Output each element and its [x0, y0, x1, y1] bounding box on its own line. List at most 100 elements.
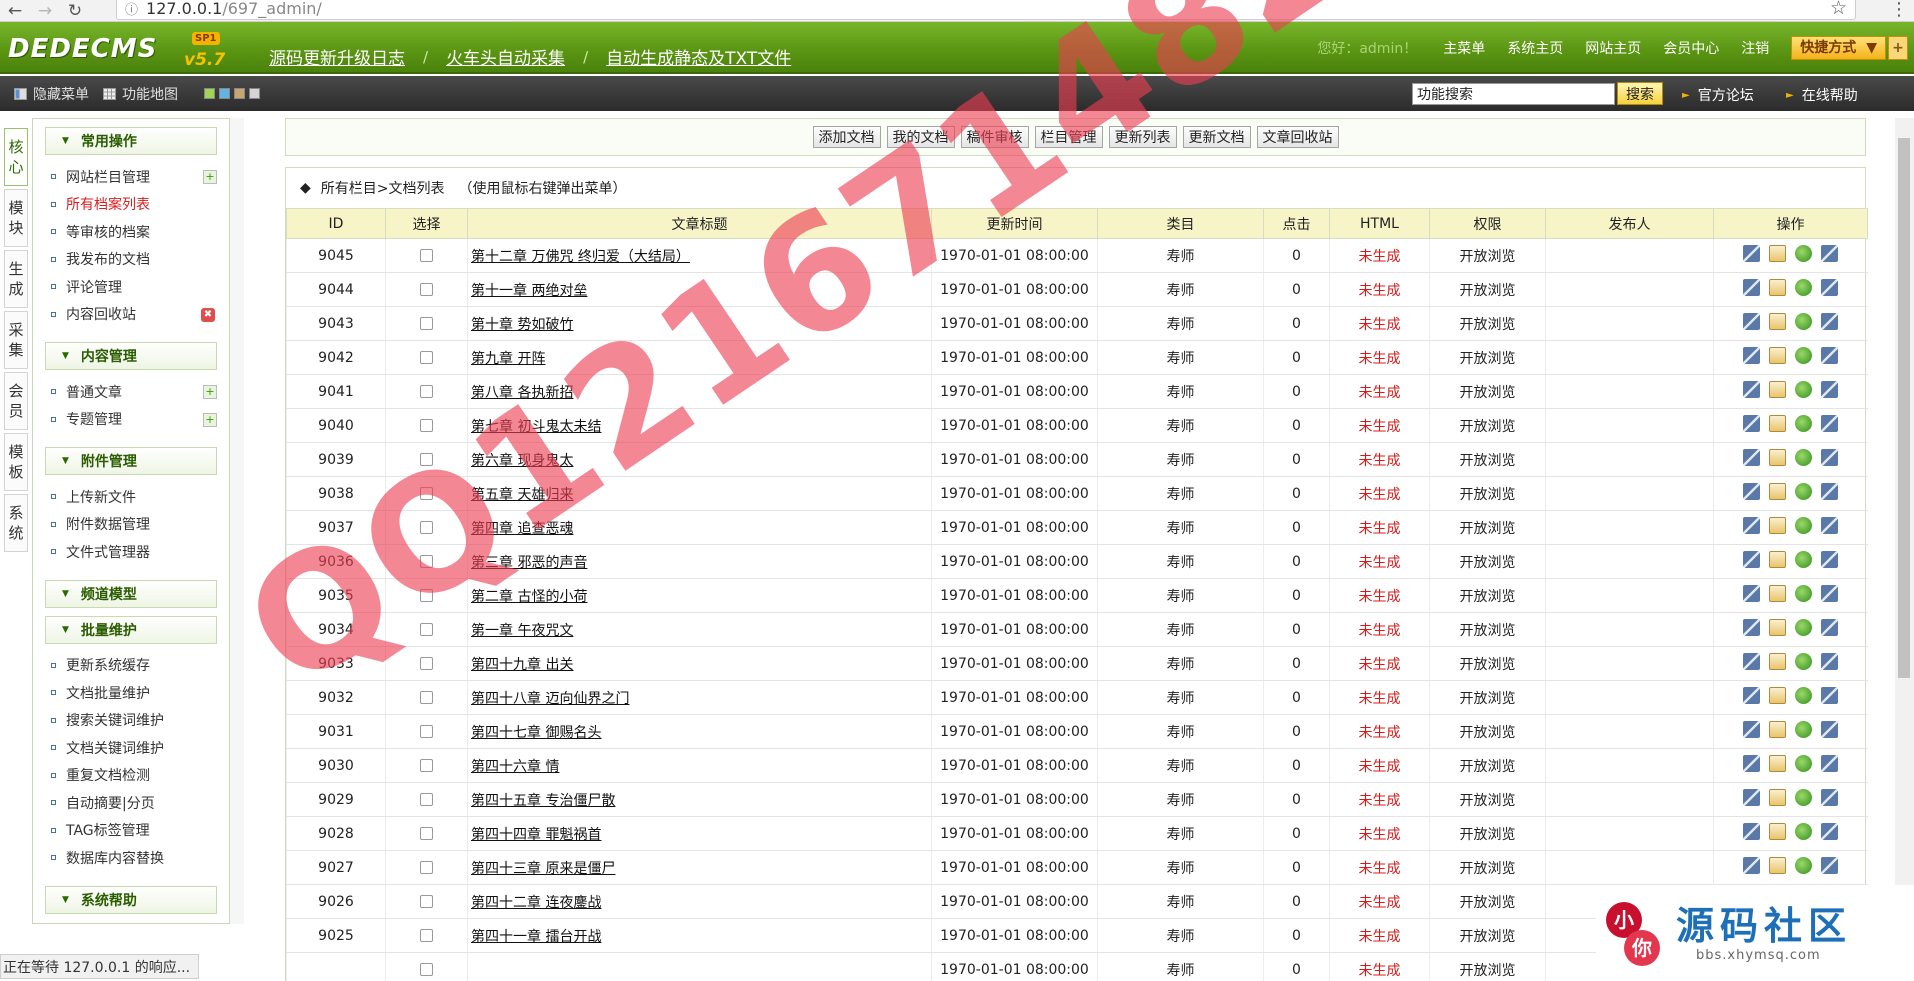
reload-button[interactable]: ↻ [60, 0, 90, 22]
review-icon[interactable] [1821, 551, 1839, 568]
skin-brown-icon[interactable] [234, 88, 245, 99]
row-checkbox[interactable] [420, 249, 433, 262]
review-icon[interactable] [1821, 313, 1839, 330]
menu-item-topics[interactable]: 专题管理 + [51, 406, 229, 434]
edit-icon[interactable] [1769, 551, 1787, 568]
row-title-link[interactable]: 第四十一章 擂台开战 [471, 929, 601, 945]
generate-icon[interactable] [1743, 449, 1761, 466]
tab-generate[interactable]: 生成 [4, 250, 28, 308]
generate-icon[interactable] [1743, 687, 1761, 704]
row-checkbox[interactable] [420, 317, 433, 330]
nav-member-center[interactable]: 会员中心 [1663, 38, 1719, 58]
quick-menu-button[interactable]: 快捷方式 ▼ [1791, 36, 1886, 60]
row-checkbox[interactable] [420, 657, 433, 670]
tab-templates[interactable]: 模板 [4, 433, 28, 491]
preview-icon[interactable] [1795, 585, 1813, 602]
menu-item-my-documents[interactable]: 我发布的文档 [51, 246, 229, 274]
generate-icon[interactable] [1743, 347, 1761, 364]
preview-icon[interactable] [1795, 313, 1813, 330]
edit-icon[interactable] [1769, 653, 1787, 670]
edit-icon[interactable] [1769, 449, 1787, 466]
row-title-link[interactable]: 第四十五章 专治僵尸散 [471, 793, 615, 809]
left-scrollbar[interactable] [230, 118, 244, 924]
preview-icon[interactable] [1795, 653, 1813, 670]
menu-item-upload[interactable]: 上传新文件 [51, 483, 229, 511]
review-icon[interactable] [1821, 687, 1839, 704]
row-category[interactable]: 寿师 [1097, 408, 1264, 443]
menu-section-attachments[interactable]: ▼ 附件管理 [45, 447, 217, 475]
row-checkbox[interactable] [420, 453, 433, 466]
tab-system[interactable]: 系统 [4, 494, 28, 552]
edit-icon[interactable] [1769, 415, 1787, 432]
edit-icon[interactable] [1769, 585, 1787, 602]
preview-icon[interactable] [1795, 415, 1813, 432]
row-category[interactable]: 寿师 [1097, 646, 1264, 681]
edit-icon[interactable] [1769, 347, 1787, 364]
preview-icon[interactable] [1795, 381, 1813, 398]
review-icon[interactable] [1821, 721, 1839, 738]
page-scrollbar-thumb[interactable] [1898, 138, 1910, 678]
row-title-link[interactable]: 第十二章 万佛咒 终归爱（大结局） [471, 249, 690, 265]
edit-icon[interactable] [1769, 313, 1787, 330]
generate-icon[interactable] [1743, 245, 1761, 262]
review-icon[interactable] [1821, 245, 1839, 262]
link-update-log[interactable]: 源码更新升级日志 [269, 44, 405, 69]
edit-icon[interactable] [1769, 483, 1787, 500]
preview-icon[interactable] [1795, 279, 1813, 296]
edit-icon[interactable] [1769, 381, 1787, 398]
breadcrumb[interactable]: 所有栏目>文档列表 [321, 178, 445, 198]
row-category[interactable]: 寿师 [1097, 544, 1264, 579]
review-icon[interactable] [1821, 857, 1839, 874]
row-category[interactable]: 寿师 [1097, 918, 1264, 953]
menu-section-common[interactable]: ▼ 常用操作 [45, 127, 217, 155]
info-icon[interactable]: ⓘ [125, 0, 138, 18]
menu-item-pending-archives[interactable]: 等审核的档案 [51, 218, 229, 246]
review-icon[interactable] [1821, 279, 1839, 296]
edit-icon[interactable] [1769, 245, 1787, 262]
generate-icon[interactable] [1743, 517, 1761, 534]
bookmark-star-icon[interactable]: ☆ [1830, 0, 1847, 18]
row-title-link[interactable]: 第四十八章 迈向仙界之门 [471, 691, 629, 707]
row-checkbox[interactable] [420, 623, 433, 636]
row-category[interactable]: 寿师 [1097, 306, 1264, 341]
preview-icon[interactable] [1795, 687, 1813, 704]
generate-icon[interactable] [1743, 483, 1761, 500]
function-map-button[interactable]: 功能地图 [103, 84, 178, 104]
review-icon[interactable] [1821, 381, 1839, 398]
back-button[interactable]: ← [0, 0, 30, 22]
row-title-link[interactable]: 第四十三章 原来是僵尸 [471, 861, 615, 877]
row-title-link[interactable]: 第九章 开阵 [471, 351, 545, 367]
row-category[interactable]: 寿师 [1097, 476, 1264, 511]
browser-menu-icon[interactable]: ⋮ [1890, 0, 1908, 20]
preview-icon[interactable] [1795, 551, 1813, 568]
row-category[interactable]: 寿师 [1097, 612, 1264, 647]
generate-icon[interactable] [1743, 313, 1761, 330]
nav-main-menu[interactable]: 主菜单 [1443, 38, 1485, 58]
row-title-link[interactable]: 第二章 古怪的小荷 [471, 589, 587, 605]
row-checkbox[interactable] [420, 589, 433, 602]
menu-item-batch-docs[interactable]: 文档批量维护 [51, 679, 229, 707]
skin-blue-icon[interactable] [219, 88, 230, 99]
row-checkbox[interactable] [420, 351, 433, 364]
review-icon[interactable] [1821, 619, 1839, 636]
preview-icon[interactable] [1795, 245, 1813, 262]
row-checkbox[interactable] [420, 521, 433, 534]
row-title-link[interactable]: 第一章 午夜咒文 [471, 623, 573, 639]
menu-item-duplicate-check[interactable]: 重复文档检测 [51, 762, 229, 790]
add-quick-icon[interactable]: + [1888, 36, 1908, 60]
menu-section-content[interactable]: ▼ 内容管理 [45, 342, 217, 370]
menu-section-help[interactable]: ▼ 系统帮助 [45, 885, 217, 914]
menu-item-all-archives[interactable]: 所有档案列表 [51, 191, 229, 219]
skin-gray-icon[interactable] [249, 88, 260, 99]
address-bar[interactable]: ⓘ 127.0.0.1/697_admin/ ☆ [116, 0, 1856, 20]
row-category[interactable]: 寿师 [1097, 714, 1264, 749]
menu-item-recycle-bin[interactable]: 内容回收站 ✖ [51, 301, 229, 329]
review-icon[interactable] [1821, 755, 1839, 772]
article-recycle-button[interactable]: 文章回收站 [1256, 126, 1339, 148]
row-category[interactable]: 寿师 [1097, 952, 1264, 981]
row-category[interactable]: 寿师 [1097, 850, 1264, 885]
edit-icon[interactable] [1769, 823, 1787, 840]
row-category[interactable]: 寿师 [1097, 340, 1264, 375]
review-icon[interactable] [1821, 517, 1839, 534]
tab-members[interactable]: 会员 [4, 372, 28, 430]
